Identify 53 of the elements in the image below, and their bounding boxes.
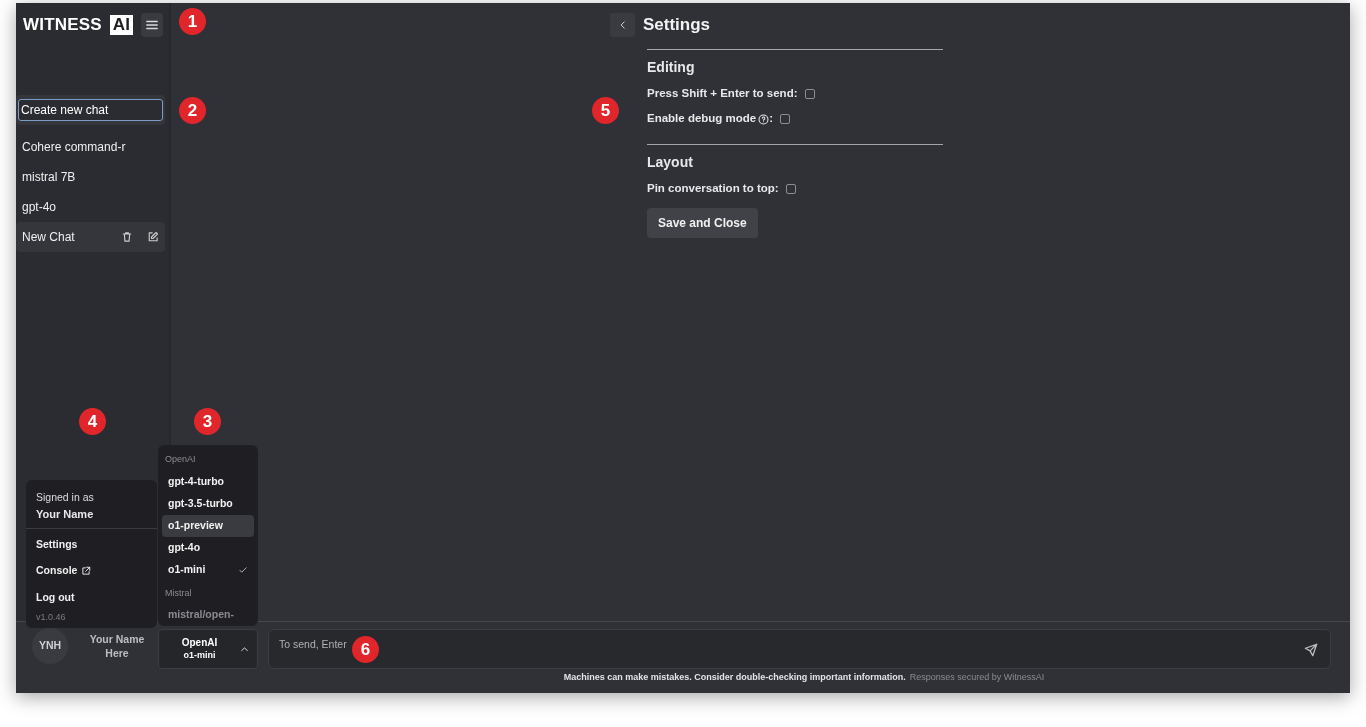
section-heading: Editing	[647, 57, 696, 77]
avatar: YNH	[32, 627, 68, 664]
security-note: Responses secured by WitnessAI	[909, 672, 1045, 682]
settings-title: Settings	[643, 14, 711, 36]
model-option[interactable]: mistral/open-	[162, 604, 254, 626]
callout-badge: 3	[194, 408, 221, 435]
option-colon: :	[774, 181, 779, 197]
save-button[interactable]: Save and Close	[647, 207, 758, 238]
trash-icon[interactable]	[121, 231, 133, 243]
checkbox[interactable]	[780, 114, 791, 124]
user-button[interactable]: YNH Your Name Here	[16, 622, 158, 669]
new-chat-field[interactable]: Create new chat	[18, 99, 163, 121]
logo-text: WITNESS	[23, 14, 102, 37]
signed-in-name: Your Name	[26, 505, 157, 530]
option-colon: :	[769, 111, 774, 127]
model-option[interactable]: gpt-4o	[162, 536, 254, 559]
model-name: o1-mini	[182, 649, 217, 661]
group-label: OpenAI	[164, 453, 197, 466]
external-link-icon	[81, 566, 92, 576]
version-text: v1.0.46	[35, 610, 67, 624]
menu-button[interactable]	[140, 13, 163, 37]
checkbox[interactable]	[804, 89, 815, 99]
callout-badge: 5	[592, 97, 619, 124]
signed-in-caption: Signed in as	[35, 490, 95, 505]
menu-icon	[144, 18, 159, 32]
menu-item[interactable]: Log out	[26, 584, 157, 611]
model-option[interactable]: o1-mini	[162, 558, 254, 581]
send-icon[interactable]	[1304, 643, 1318, 657]
edit-icon[interactable]	[147, 231, 159, 243]
option-label: Enable debug mode	[647, 111, 757, 127]
option-label: Press Shift + Enter to send	[647, 86, 794, 102]
logo-badge: AI	[109, 15, 133, 35]
user-name: Your Name Here	[88, 631, 146, 660]
disclaimer-text: Machines can make mistakes. Consider double-checking important information.	[563, 672, 906, 682]
model-provider: OpenAI	[180, 637, 219, 649]
chat-item[interactable]: Cohere command-r	[16, 132, 165, 162]
callout-badge: 1	[179, 8, 206, 35]
model-option[interactable]: gpt-4-turbo	[162, 470, 254, 493]
chat-item[interactable]: gpt-4o	[16, 192, 165, 222]
model-selector[interactable]: OpenAI o1-mini	[158, 629, 258, 669]
callout-badge: 2	[179, 97, 206, 124]
chat-item[interactable]: mistral 7B	[16, 162, 165, 192]
chat-item[interactable]: New Chat	[16, 222, 165, 252]
option-label: Pin conversation to top	[647, 181, 775, 197]
checkbox[interactable]	[785, 184, 796, 194]
option-colon: :	[793, 86, 798, 102]
chevron-up-icon	[240, 644, 249, 654]
model-option[interactable]: o1-preview	[162, 514, 254, 537]
menu-item[interactable]: Settings	[26, 531, 157, 558]
section-heading: Layout	[647, 152, 694, 172]
model-option[interactable]: gpt-3.5-turbo	[162, 492, 254, 515]
group-label: Mistral	[164, 586, 193, 600]
menu-item[interactable]: Console	[26, 557, 157, 585]
